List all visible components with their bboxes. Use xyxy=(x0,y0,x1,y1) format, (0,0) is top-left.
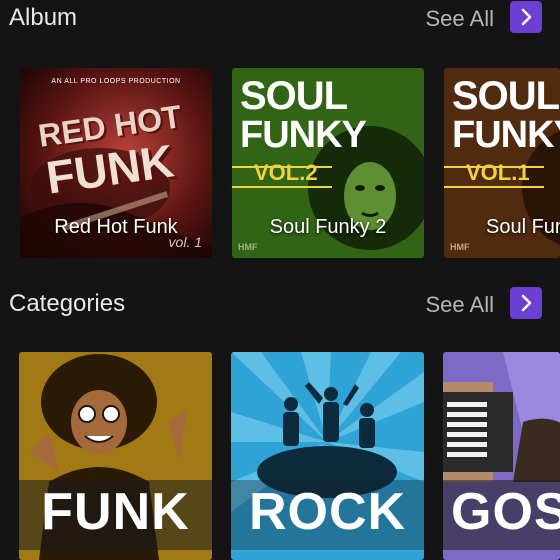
album-tile-label: Red Hot Funk xyxy=(54,216,178,238)
categories-section-title: Categories xyxy=(9,290,126,317)
album-see-all-button[interactable] xyxy=(510,1,542,33)
album-see-all-link[interactable]: See All xyxy=(426,6,495,32)
categories-see-all-link[interactable]: See All xyxy=(426,292,495,318)
chevron-right-icon xyxy=(521,8,532,26)
album-section-header: Album See All xyxy=(0,0,560,40)
category-tile-rock[interactable]: ROCK xyxy=(231,352,424,560)
album-cover-title-line2: FUNKY xyxy=(452,114,560,156)
album-tile-label: Soul Funky xyxy=(486,216,560,238)
category-word: FUNK xyxy=(41,483,190,541)
album-cover-publisher: HMF xyxy=(450,242,470,252)
album-tile-red-hot-funk[interactable]: AN ALL PRO LOOPS PRODUCTION RED HOT FUNK… xyxy=(20,68,212,258)
album-cover-top-text: AN ALL PRO LOOPS PRODUCTION xyxy=(51,78,181,85)
category-tile-gospel[interactable]: GOSPEL xyxy=(443,352,560,560)
category-word: ROCK xyxy=(248,483,407,541)
category-word: GOSPEL xyxy=(451,483,560,541)
categories-see-all-button[interactable] xyxy=(510,287,542,319)
categories-section-header: Categories See All xyxy=(0,286,560,326)
album-tile-soul-funky[interactable]: SOUL FUNKY VOL.1 HMF Soul Funky xyxy=(444,68,560,258)
album-cover-title-line1: SOUL xyxy=(240,74,348,118)
album-cover-publisher: HMF xyxy=(238,242,258,252)
album-cover-title-line1: SOUL xyxy=(452,74,560,118)
album-cover-volume: VOL.1 xyxy=(466,160,530,185)
album-section-title: Album xyxy=(9,4,78,31)
album-cover-title-line2: FUNKY xyxy=(240,114,367,156)
category-tile-funk[interactable]: FUNK xyxy=(19,352,212,560)
album-tile-label: Soul Funky 2 xyxy=(269,216,387,238)
album-tile-soul-funky-2[interactable]: SOUL FUNKY VOL.2 HMF Soul Funky 2 xyxy=(232,68,424,258)
album-cover-volume: VOL.2 xyxy=(254,160,318,185)
chevron-right-icon xyxy=(521,294,532,312)
